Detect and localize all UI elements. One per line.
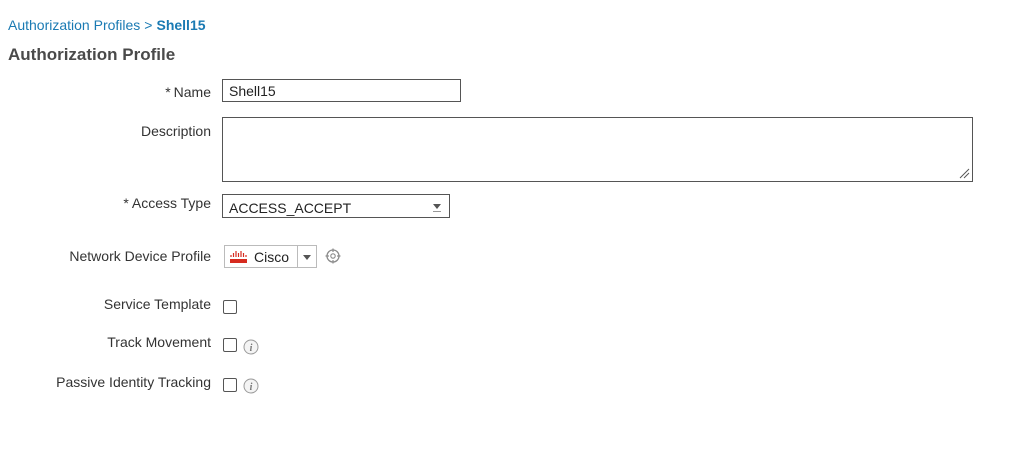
service-template-label: Service Template <box>103 296 211 312</box>
cisco-logo-icon <box>230 251 247 263</box>
chevron-down-icon[interactable] <box>303 255 311 260</box>
access-type-select[interactable]: ACCESS_ACCEPT <box>222 194 450 218</box>
name-label: * Name <box>165 84 211 100</box>
breadcrumb: Authorization Profiles > Shell15 <box>8 17 206 33</box>
page-title: Authorization Profile <box>8 45 176 64</box>
caret-underline <box>433 211 441 212</box>
required-marker: * <box>165 84 171 100</box>
chevron-down-icon <box>433 204 441 209</box>
access-type-label-text: Access Type <box>131 195 211 211</box>
name-label-text: Name <box>173 84 211 100</box>
svg-text:i: i <box>250 382 253 393</box>
svg-text:i: i <box>250 343 253 354</box>
passive-identity-tracking-label: Passive Identity Tracking <box>56 374 211 390</box>
track-movement-label: Track Movement <box>107 334 211 350</box>
track-movement-checkbox[interactable] <box>223 338 237 352</box>
info-icon[interactable]: i <box>243 339 259 355</box>
service-template-checkbox[interactable] <box>223 300 237 314</box>
passive-identity-tracking-checkbox[interactable] <box>223 378 237 392</box>
info-icon[interactable]: i <box>243 378 259 394</box>
network-device-profile-value: Cisco <box>254 249 290 265</box>
breadcrumb-separator: > <box>144 17 153 33</box>
select-divider <box>297 246 298 267</box>
description-textarea[interactable] <box>222 117 973 182</box>
crosshair-target-icon[interactable] <box>325 248 341 264</box>
network-device-profile-label: Network Device Profile <box>69 248 211 264</box>
description-label: Description <box>140 123 211 139</box>
breadcrumb-current: Shell15 <box>156 17 206 33</box>
access-type-value: ACCESS_ACCEPT <box>229 200 352 216</box>
breadcrumb-parent-link[interactable]: Authorization Profiles <box>8 17 140 33</box>
access-type-label: * Access Type <box>123 195 211 211</box>
network-device-profile-select[interactable]: Cisco <box>224 245 317 268</box>
required-marker: * <box>123 195 129 211</box>
resize-grip-icon[interactable] <box>958 167 970 179</box>
name-input[interactable] <box>222 79 461 102</box>
